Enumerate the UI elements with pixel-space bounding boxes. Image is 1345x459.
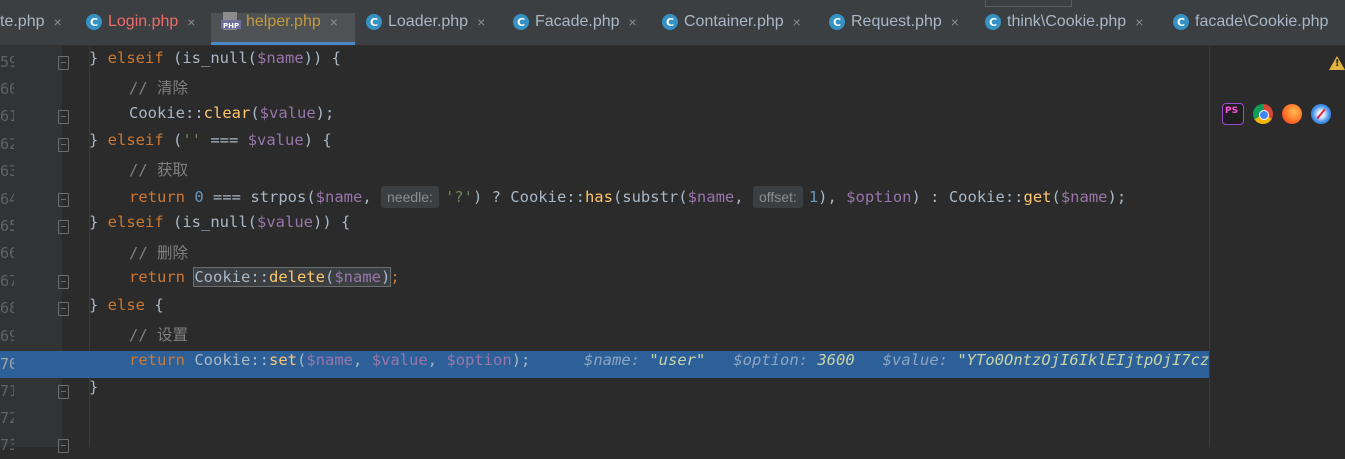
code-line: Cookie::clear($value); (129, 104, 335, 122)
php-class-icon: C (1173, 14, 1189, 30)
code-line: // 清除 (129, 79, 188, 97)
highlighted-expression: Cookie::delete($name) (193, 267, 392, 287)
code-line: // 删除 (129, 244, 188, 262)
php-class-icon: C (829, 14, 845, 30)
current-execution-line: return Cookie::set($name, $value, $optio… (62, 351, 1209, 378)
parameter-hint: offset: (752, 186, 803, 208)
code-line: // 获取 (129, 161, 188, 179)
tab-request[interactable]: C Request.php × (829, 13, 959, 45)
line-number: 64 (0, 190, 14, 208)
code-line: } elseif (is_null($value)) { (89, 213, 351, 231)
code-line: // 设置 (129, 326, 188, 344)
tab-facade-cookie[interactable]: C facade\Cookie.php (1173, 13, 1328, 45)
parameter-hint: needle: (381, 186, 439, 208)
line-number: 69 (0, 327, 14, 345)
close-icon[interactable]: × (53, 13, 61, 31)
line-number: 72 (0, 409, 14, 427)
php-class-icon: C (662, 14, 678, 30)
code-editor[interactable]: } elseif (is_null($name)) { // 清除 Cookie… (62, 46, 1209, 447)
code-line: } (89, 378, 99, 396)
tab-label: facade\Cookie.php (1195, 13, 1329, 30)
toolbar-fragment (985, 0, 1072, 7)
warning-icon[interactable]: ! (1329, 56, 1345, 70)
tab-label: te.php (0, 13, 45, 30)
tab-label: Request.php (851, 13, 942, 30)
line-number: 70 (0, 355, 14, 373)
debug-inline-values: $name: "user" $option: 3600 $value: "YTo… (584, 351, 1209, 369)
line-number: 61 (0, 107, 14, 125)
close-icon[interactable]: × (793, 13, 801, 31)
tab-label: Facade.php (535, 13, 620, 30)
line-number: 71 (0, 382, 14, 400)
tab-loader[interactable]: C Loader.php × (366, 13, 485, 45)
svg-text:PHP: PHP (223, 22, 239, 30)
tab-label: helper.php (246, 13, 321, 30)
line-number-gutter: 59 60 61 62 63 64 65 66 67 68 69 70 71 7… (0, 46, 69, 454)
line-number: 65 (0, 217, 14, 235)
tab-helper[interactable]: PHP helper.php × (211, 11, 355, 45)
phpstorm-icon[interactable]: PS (1222, 103, 1244, 125)
line-number: 59 (0, 53, 14, 71)
safari-icon[interactable] (1311, 104, 1331, 124)
tab-container[interactable]: C Container.php × (662, 13, 801, 45)
tab-label: Login.php (108, 13, 179, 30)
editor-tab-bar: te.php × C Login.php × PHP helper.php × … (0, 0, 1345, 46)
tab-label: think\Cookie.php (1007, 13, 1127, 30)
php-class-icon: C (513, 14, 529, 30)
tab-facade[interactable]: C Facade.php × (513, 13, 637, 45)
code-line: } else { (89, 296, 164, 314)
tab-te[interactable]: te.php × (0, 13, 62, 45)
chrome-icon[interactable] (1253, 104, 1273, 124)
line-number: 73 (0, 436, 14, 454)
tab-label: Container.php (684, 13, 784, 30)
php-class-icon: C (366, 14, 382, 30)
code-line: return Cookie::delete($name); (129, 267, 400, 287)
tab-think-cookie[interactable]: C think\Cookie.php × (985, 13, 1143, 45)
php-class-icon: C (985, 14, 1001, 30)
line-number: 67 (0, 272, 14, 290)
close-icon[interactable]: × (477, 13, 485, 31)
close-icon[interactable]: × (951, 13, 959, 31)
tab-login[interactable]: C Login.php × (86, 13, 195, 45)
line-number: 60 (0, 80, 14, 98)
line-number: 62 (0, 135, 14, 153)
close-icon[interactable]: × (330, 13, 338, 31)
close-icon[interactable]: × (187, 13, 195, 31)
line-number: 63 (0, 162, 14, 180)
firefox-icon[interactable] (1282, 104, 1302, 124)
tab-label: Loader.php (388, 13, 469, 30)
line-number: 66 (0, 244, 14, 262)
close-icon[interactable]: × (1135, 13, 1143, 31)
code-line: } elseif (is_null($name)) { (89, 49, 341, 67)
php-class-icon: C (86, 14, 102, 30)
line-number: 68 (0, 299, 14, 317)
code-line: } elseif ('' === $value) { (89, 131, 332, 149)
code-line: return 0 === strpos($name, needle: '?') ?… (129, 186, 1127, 208)
close-icon[interactable]: × (629, 13, 637, 31)
browser-preview-bar: PS (1222, 102, 1331, 128)
php-file-icon: PHP (221, 11, 241, 31)
